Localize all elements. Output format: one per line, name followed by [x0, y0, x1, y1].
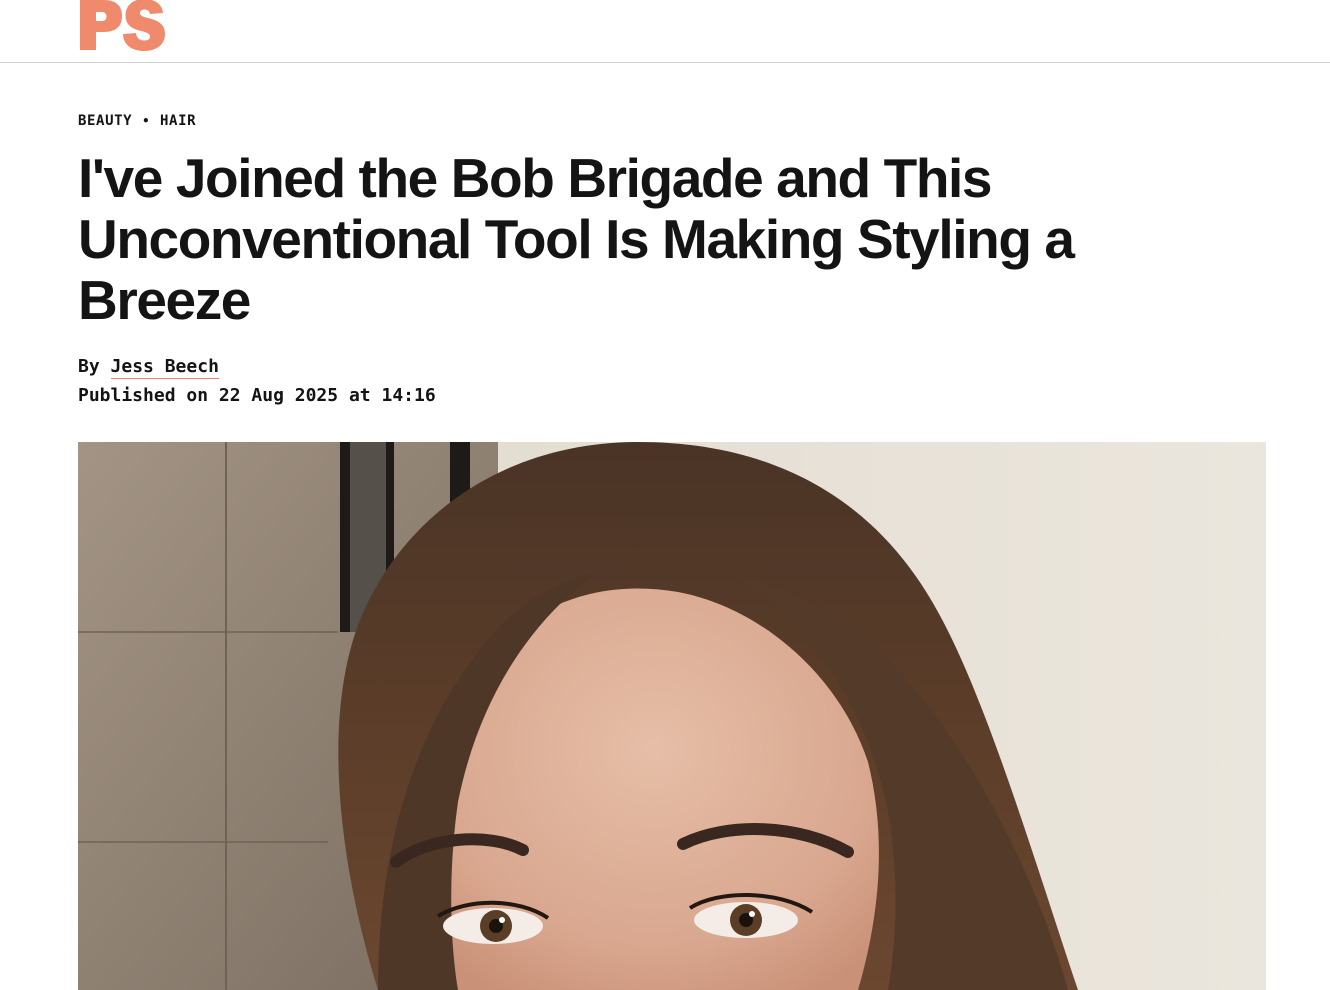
author-link[interactable]: Jess Beech	[110, 356, 219, 379]
hero-photo	[78, 442, 1266, 990]
published-date: Published on 22 Aug 2025 at 14:16	[78, 385, 436, 406]
byline: By Jess Beech	[78, 356, 219, 379]
published-time: 14:16	[381, 385, 436, 406]
published-at-word: at	[348, 385, 371, 406]
ps-logo-icon	[80, 0, 165, 51]
byline-prefix: By	[78, 356, 100, 377]
popsugar-logo[interactable]	[78, 0, 168, 52]
breadcrumb-separator: •	[142, 114, 151, 128]
hero-image	[78, 442, 1266, 990]
article-title: I've Joined the Bob Brigade and This Unc…	[78, 147, 1075, 331]
breadcrumb-beauty-link[interactable]: BEAUTY	[78, 113, 132, 129]
published-label: Published on	[78, 385, 209, 406]
site-header	[0, 0, 1330, 63]
breadcrumb-hair-link[interactable]: HAIR	[160, 113, 196, 129]
breadcrumb: BEAUTY • HAIR	[78, 113, 196, 129]
published-date-value: 22 Aug 2025	[218, 385, 339, 406]
